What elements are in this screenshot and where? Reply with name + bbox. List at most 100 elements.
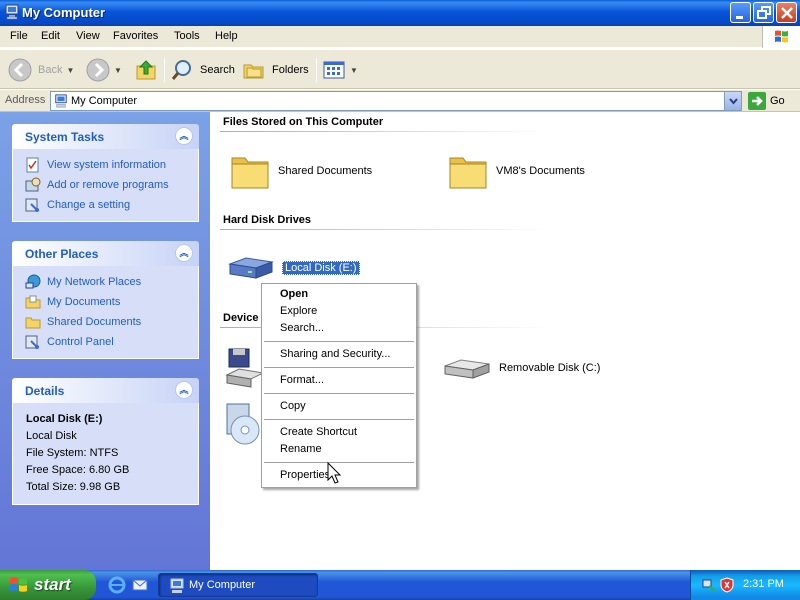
folders-button[interactable]: Folders xyxy=(242,56,309,84)
shared-documents-link[interactable]: Shared Documents xyxy=(25,312,198,332)
forward-button[interactable]: ▼ xyxy=(86,56,122,84)
menu-view[interactable]: View xyxy=(76,30,100,42)
ctx-format[interactable]: Format... xyxy=(262,372,416,389)
go-arrow-icon xyxy=(748,92,766,110)
ctx-open[interactable]: Open xyxy=(262,286,416,303)
go-button[interactable]: Go xyxy=(748,92,785,110)
address-dropdown-button[interactable] xyxy=(724,92,741,110)
add-remove-programs-link[interactable]: Add or remove programs xyxy=(25,175,198,195)
close-button[interactable] xyxy=(776,2,797,23)
toolbar: Back ▼ ▼ Search Folders ▼ xyxy=(0,49,800,89)
internet-explorer-icon[interactable] xyxy=(108,576,126,594)
back-dropdown-icon[interactable]: ▼ xyxy=(66,66,74,75)
address-bar: Address My Computer Go xyxy=(0,90,800,112)
views-dropdown-icon[interactable]: ▼ xyxy=(350,66,358,75)
minimize-button[interactable] xyxy=(730,2,751,23)
windows-logo-icon xyxy=(10,577,27,592)
search-label: Search xyxy=(200,64,235,76)
change-setting-link[interactable]: Change a setting xyxy=(25,195,198,215)
link-label: Shared Documents xyxy=(47,316,142,328)
collapse-chevron-icon[interactable]: ︽ xyxy=(175,244,193,262)
menu-help[interactable]: Help xyxy=(215,30,238,42)
start-label: start xyxy=(34,575,71,594)
link-label: Add or remove programs xyxy=(47,179,169,191)
details-header[interactable]: Details ︽ xyxy=(12,378,199,403)
system-tasks-header[interactable]: System Tasks ︽ xyxy=(12,124,199,149)
system-tasks-title: System Tasks xyxy=(25,130,105,144)
group-files-stored: Files Stored on This Computer xyxy=(223,116,384,128)
local-disk-e-item[interactable]: Local Disk (E:) xyxy=(226,254,360,282)
ctx-rename[interactable]: Rename xyxy=(262,441,416,458)
removable-disk-icon xyxy=(444,359,490,379)
system-tray: 2:31 PM xyxy=(690,570,800,600)
up-button[interactable] xyxy=(134,56,158,84)
floppy-drive-item[interactable] xyxy=(225,347,265,389)
control-panel-icon xyxy=(25,335,39,349)
my-network-places-link[interactable]: My Network Places xyxy=(25,272,198,292)
group-divider xyxy=(220,131,550,132)
shared-documents-item[interactable]: Shared Documents xyxy=(230,152,372,190)
title-bar[interactable]: My Computer xyxy=(0,0,800,26)
views-button[interactable]: ▼ xyxy=(322,56,358,84)
views-icon xyxy=(323,61,345,79)
outlook-express-icon[interactable] xyxy=(131,576,149,594)
menu-favorites[interactable]: Favorites xyxy=(113,30,158,42)
folders-icon xyxy=(243,64,264,79)
ctx-copy[interactable]: Copy xyxy=(262,398,416,415)
back-button[interactable]: Back ▼ xyxy=(8,56,74,84)
my-computer-icon xyxy=(5,4,19,20)
network-places-icon xyxy=(25,274,41,289)
folder-icon xyxy=(449,157,487,189)
network-tray-icon[interactable] xyxy=(701,577,717,593)
window-title: My Computer xyxy=(22,5,106,20)
view-system-information-link[interactable]: View system information xyxy=(25,155,198,175)
link-label: Change a setting xyxy=(47,199,131,211)
vm8-documents-item[interactable]: VM8's Documents xyxy=(448,152,585,190)
address-label: Address xyxy=(5,94,46,106)
search-button[interactable]: Search xyxy=(170,56,235,84)
collapse-chevron-icon[interactable]: ︽ xyxy=(175,381,193,399)
group-devices: Device xyxy=(223,312,259,324)
details-title: Details xyxy=(25,384,65,398)
other-places-header[interactable]: Other Places ︽ xyxy=(12,241,199,266)
address-input[interactable]: My Computer xyxy=(50,91,742,111)
menu-separator xyxy=(264,367,414,368)
back-label: Back xyxy=(38,64,63,76)
my-documents-link[interactable]: My Documents xyxy=(25,292,198,312)
taskbar-my-computer-button[interactable]: My Computer xyxy=(158,573,318,597)
group-divider xyxy=(220,229,550,230)
system-tasks-panel: System Tasks ︽ View system information A… xyxy=(12,124,199,222)
cd-drive-icon xyxy=(226,403,260,445)
restore-button[interactable] xyxy=(753,2,774,23)
cd-drive-item[interactable] xyxy=(225,400,265,448)
start-button[interactable]: start xyxy=(0,570,96,600)
link-label: My Network Places xyxy=(47,276,142,288)
ctx-explore[interactable]: Explore xyxy=(262,303,416,320)
ctx-create-shortcut[interactable]: Create Shortcut xyxy=(262,424,416,441)
item-label: VM8's Documents xyxy=(496,165,585,177)
ctx-search[interactable]: Search... xyxy=(262,320,416,337)
menu-bar: File Edit View Favorites Tools Help xyxy=(0,26,800,48)
link-label: View system information xyxy=(47,159,167,171)
taskbar-button-label: My Computer xyxy=(189,579,256,591)
details-free-space: Free Space: 6.80 GB xyxy=(26,464,130,476)
removable-disk-c-item[interactable]: Removable Disk (C:) xyxy=(443,354,600,382)
collapse-chevron-icon[interactable]: ︽ xyxy=(175,127,193,145)
security-shield-icon[interactable] xyxy=(719,577,735,593)
control-panel-link[interactable]: Control Panel xyxy=(25,332,198,352)
menu-file[interactable]: File xyxy=(10,30,28,42)
details-total-size: Total Size: 9.98 GB xyxy=(26,481,121,493)
taskbar: start My Computer 2:31 PM xyxy=(0,570,800,600)
control-panel-icon xyxy=(25,198,39,212)
item-label-selected: Local Disk (E:) xyxy=(282,261,360,275)
forward-dropdown-icon[interactable]: ▼ xyxy=(114,66,122,75)
menu-edit[interactable]: Edit xyxy=(41,30,60,42)
menu-tools[interactable]: Tools xyxy=(174,30,200,42)
my-documents-icon xyxy=(25,295,41,309)
details-filesystem: File System: NTFS xyxy=(26,447,119,459)
menu-separator xyxy=(264,341,414,342)
item-label: Removable Disk (C:) xyxy=(499,362,601,374)
clock: 2:31 PM xyxy=(743,578,784,590)
ctx-sharing-security[interactable]: Sharing and Security... xyxy=(262,346,416,363)
floppy-drive-icon xyxy=(225,348,265,388)
